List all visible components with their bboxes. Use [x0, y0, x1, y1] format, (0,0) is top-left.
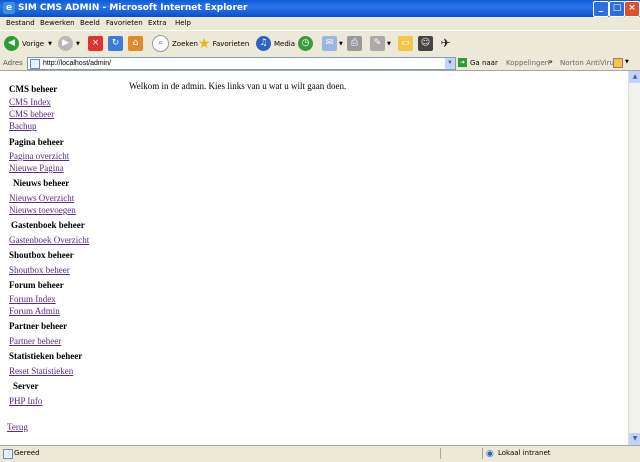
section-server: Server	[13, 381, 39, 391]
section-statistieken-beheer: Statistieken beheer	[9, 351, 83, 361]
link-nieuws-overzicht[interactable]: Nieuws Overzicht	[9, 193, 74, 203]
norton-antivirus-label[interactable]: Norton AntiVirus	[560, 59, 618, 67]
forward-button[interactable]: ▶ ▼	[58, 35, 80, 52]
intranet-globe-icon: ◉	[486, 449, 494, 459]
home-button[interactable]: ⌂	[128, 35, 143, 52]
section-pagina-beheer: Pagina beheer	[9, 137, 64, 147]
print-button[interactable]: ⎙	[347, 35, 362, 52]
link-reset-statistieken[interactable]: Reset Statistieken	[9, 366, 73, 376]
menu-bestand[interactable]: Bestand	[6, 19, 35, 27]
history-button[interactable]: ◷	[298, 35, 313, 52]
address-dropdown-icon[interactable]: ▼	[445, 58, 455, 69]
tool-button[interactable]: ✈	[438, 35, 453, 52]
norton-icon[interactable]	[613, 58, 623, 68]
link-forum-index[interactable]: Forum Index	[9, 294, 56, 304]
link-bachup[interactable]: Bachup	[9, 121, 37, 131]
status-text: Gereed	[14, 449, 40, 457]
title-bar: e SIM CMS ADMIN - Microsoft Internet Exp…	[0, 0, 640, 17]
links-label[interactable]: Koppelingen	[506, 59, 549, 67]
status-bar: Gereed ◉ Lokaal intranet	[0, 445, 640, 462]
search-button[interactable]: ⌕ Zoeken	[152, 35, 198, 52]
messenger-icon: ☺	[418, 36, 433, 51]
zone-pane: ◉ Lokaal intranet	[482, 448, 640, 459]
menu-bar: Bestand Bewerken Beeld Favorieten Extra …	[0, 17, 640, 30]
refresh-icon: ↻	[108, 36, 123, 51]
window-title: SIM CMS ADMIN - Microsoft Internet Explo…	[18, 3, 248, 13]
favorites-star-icon: ★	[198, 35, 211, 52]
link-partner-beheer[interactable]: Partner beheer	[9, 336, 61, 346]
tool-icon: ✈	[438, 36, 453, 51]
close-button[interactable]: ×	[624, 1, 640, 17]
messenger-button[interactable]: ☺	[418, 35, 433, 52]
section-partner-beheer: Partner beheer	[9, 321, 68, 331]
section-shoutbox-beheer: Shoutbox beheer	[9, 250, 74, 260]
menu-favorieten[interactable]: Favorieten	[106, 19, 143, 27]
link-php-info[interactable]: PHP Info	[9, 396, 42, 406]
page-icon	[30, 59, 40, 69]
page-status-icon	[3, 449, 13, 459]
link-pagina-overzicht[interactable]: Pagina overzicht	[9, 151, 69, 161]
history-icon: ◷	[298, 36, 313, 51]
menu-extra[interactable]: Extra	[148, 19, 166, 27]
menu-bewerken[interactable]: Bewerken	[40, 19, 75, 27]
chevron-icon[interactable]: »	[548, 57, 553, 66]
mail-icon: ✉	[322, 36, 337, 51]
page-content: Welkom in de admin. Kies links van u wat…	[0, 71, 628, 445]
link-terug[interactable]: Terug	[7, 422, 28, 432]
vertical-scrollbar[interactable]: ▲ ▼	[628, 71, 640, 445]
home-icon: ⌂	[128, 36, 143, 51]
mail-button[interactable]: ✉ ▼	[322, 35, 343, 52]
standard-toolbar: ◀ Vorige ▼ ▶ ▼ × ↻ ⌂ ⌕ Zoeken ★ Favoriet…	[0, 30, 640, 57]
go-label: Ga naar	[470, 58, 498, 67]
search-icon: ⌕	[152, 35, 169, 52]
menu-beeld[interactable]: Beeld	[80, 19, 100, 27]
go-arrow-icon: ➜	[458, 58, 467, 67]
section-forum-beheer: Forum beheer	[9, 280, 64, 290]
link-shoutbox-beheer[interactable]: Shoutbox beheer	[9, 265, 70, 275]
folder-icon: ▭	[398, 36, 413, 51]
back-button[interactable]: ◀ Vorige ▼	[4, 35, 52, 52]
media-icon: ♫	[256, 36, 271, 51]
link-forum-admin[interactable]: Forum Admin	[9, 306, 60, 316]
stop-button[interactable]: ×	[88, 35, 103, 52]
forward-arrow-icon: ▶	[58, 36, 73, 51]
address-input[interactable]: http://localhost/admin/ ▼	[27, 57, 456, 70]
link-nieuws-toevoegen[interactable]: Nieuws toevoegen	[9, 205, 76, 215]
media-button[interactable]: ♫ Media	[256, 35, 295, 52]
maximize-button[interactable]: □	[609, 1, 625, 17]
link-nieuwe-pagina[interactable]: Nieuwe Pagina	[9, 163, 64, 173]
refresh-button[interactable]: ↻	[108, 35, 123, 52]
section-nieuws-beheer: Nieuws beheer	[13, 178, 70, 188]
edit-button[interactable]: ✎ ▼	[370, 35, 391, 52]
section-gastenboek-beheer: Gastenboek beheer	[11, 220, 85, 230]
minimize-button[interactable]: _	[593, 1, 609, 17]
media-label: Media	[274, 39, 296, 48]
link-cms-beheer[interactable]: CMS beheer	[9, 109, 54, 119]
back-arrow-icon: ◀	[4, 36, 19, 51]
go-button[interactable]: ➜ Ga naar	[458, 58, 498, 67]
search-label: Zoeken	[172, 39, 198, 48]
favorites-label: Favorieten	[212, 39, 250, 48]
stop-icon: ×	[88, 36, 103, 51]
scroll-up-icon[interactable]: ▲	[629, 71, 640, 83]
address-bar: Adres http://localhost/admin/ ▼ ➜ Ga naa…	[0, 56, 640, 71]
welcome-message: Welkom in de admin. Kies links van u wat…	[129, 81, 347, 91]
scroll-down-icon[interactable]: ▼	[629, 433, 640, 445]
favorites-button[interactable]: ★ Favorieten	[198, 35, 249, 52]
ie-app-icon: e	[3, 2, 15, 14]
link-gastenboek-overzicht[interactable]: Gastenboek Overzicht	[9, 235, 89, 245]
zone-text: Lokaal intranet	[498, 449, 551, 457]
edit-icon: ✎	[370, 36, 385, 51]
norton-dropdown-icon[interactable]: ▼	[625, 59, 629, 65]
folder-button[interactable]: ▭	[398, 35, 413, 52]
section-cms-beheer: CMS beheer	[9, 84, 58, 94]
status-pane	[440, 448, 481, 459]
address-url: http://localhost/admin/	[43, 60, 112, 67]
back-label: Vorige	[22, 39, 45, 48]
address-label: Adres	[3, 59, 23, 67]
print-icon: ⎙	[347, 36, 362, 51]
link-cms-index[interactable]: CMS Index	[9, 97, 51, 107]
menu-help[interactable]: Help	[175, 19, 191, 27]
